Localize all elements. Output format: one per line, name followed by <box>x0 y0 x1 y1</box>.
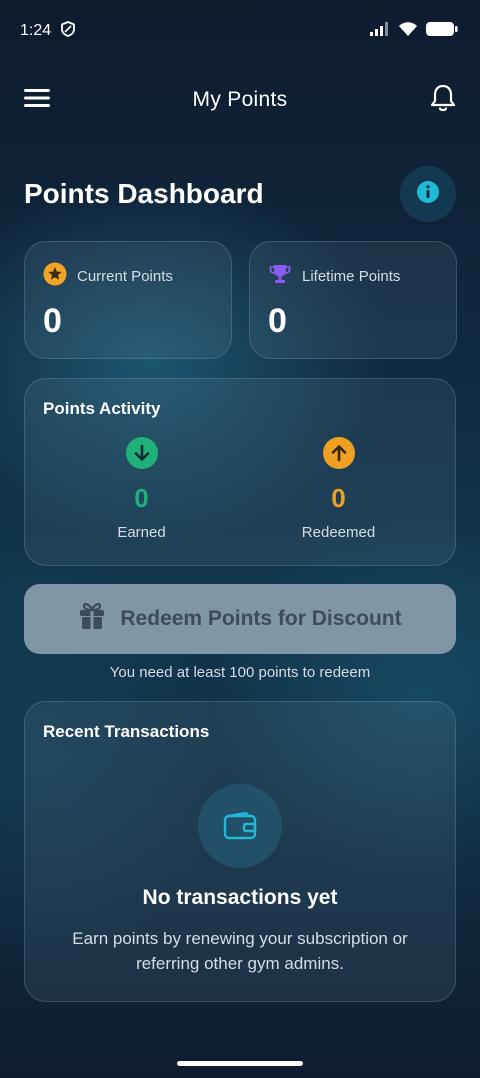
status-left: 1:24 <box>20 20 76 42</box>
earned-stat: 0 Earned <box>62 437 222 541</box>
redeemed-label: Redeemed <box>301 524 376 541</box>
menu-button[interactable] <box>20 83 54 117</box>
app-bar: My Points <box>0 70 480 130</box>
current-points-label: Current Points <box>77 267 173 285</box>
page-title: Points Dashboard <box>24 178 264 209</box>
current-points-card: Current Points 0 <box>24 241 232 359</box>
earned-value: 0 <box>134 483 149 513</box>
redeem-points-button[interactable]: Redeem Points for Discount <box>24 584 456 654</box>
dashboard-header: Points Dashboard <box>24 165 456 223</box>
battery-icon <box>426 21 458 42</box>
earned-label: Earned <box>117 524 166 541</box>
menu-icon <box>24 88 50 113</box>
wifi-icon <box>398 21 418 42</box>
points-activity-stats: 0 Earned 0 Redeemed <box>43 437 437 541</box>
recent-transactions-card: Recent Transactions No transactions yet … <box>24 701 456 1002</box>
redeem-note: You need at least 100 points to redeem <box>109 664 371 681</box>
status-bar: 1:24 <box>0 0 480 62</box>
notifications-button[interactable] <box>426 83 460 117</box>
redeem-button-label: Redeem Points for Discount <box>120 607 402 630</box>
trophy-icon <box>268 262 292 290</box>
gift-icon <box>78 601 106 637</box>
lifetime-points-card: Lifetime Points 0 <box>249 241 457 359</box>
empty-state-title: No transactions yet <box>142 886 338 909</box>
home-indicator[interactable] <box>177 1061 303 1066</box>
star-icon <box>43 262 67 290</box>
info-button[interactable] <box>400 166 456 222</box>
lifetime-points-label: Lifetime Points <box>302 267 401 285</box>
points-activity-title: Points Activity <box>43 399 161 418</box>
redeemed-value: 0 <box>331 483 346 513</box>
redeemed-stat: 0 Redeemed <box>259 437 419 541</box>
arrow-up-icon <box>322 437 355 469</box>
wallet-icon <box>198 784 282 868</box>
points-activity-card: Points Activity 0 Earned 0 Redeemed <box>24 378 456 566</box>
empty-state-description: Earn points by renewing your subscriptio… <box>72 929 408 973</box>
current-points-value: 0 <box>43 302 62 340</box>
lifetime-points-header: Lifetime Points <box>268 262 438 290</box>
current-points-header: Current Points <box>43 262 213 290</box>
signal-icon <box>370 21 390 41</box>
recent-transactions-title: Recent Transactions <box>43 722 210 741</box>
status-time: 1:24 <box>20 22 52 39</box>
lifetime-points-value: 0 <box>268 302 287 340</box>
arrow-down-icon <box>125 437 158 469</box>
status-right <box>370 21 458 42</box>
empty-state: No transactions yet Earn points by renew… <box>43 784 437 976</box>
bell-icon <box>429 83 457 118</box>
info-icon <box>416 180 440 209</box>
shield-icon <box>61 20 76 42</box>
app-title: My Points <box>192 88 288 111</box>
